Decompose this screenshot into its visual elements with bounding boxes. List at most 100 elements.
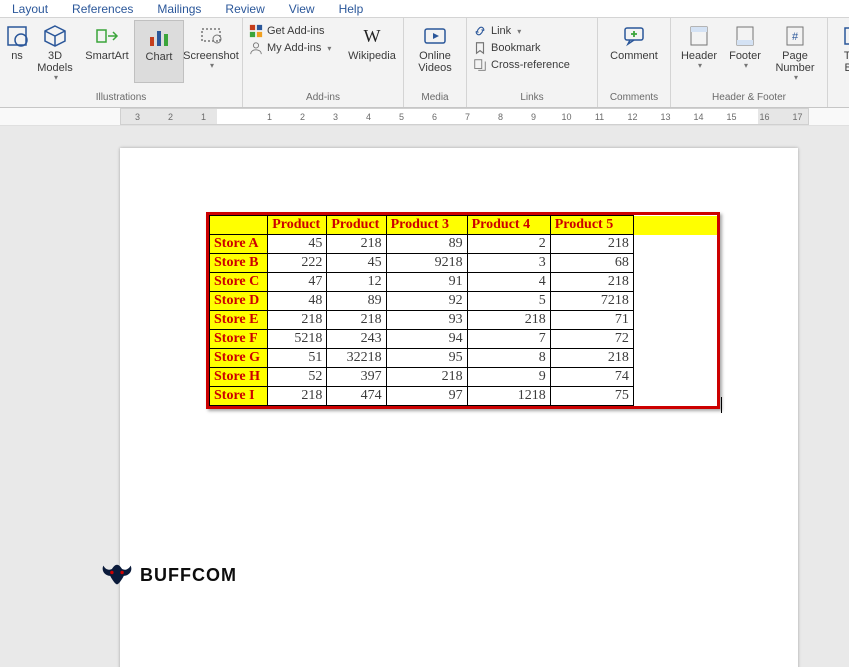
footer-button[interactable]: Footer▾ xyxy=(723,20,767,83)
table-cell[interactable]: 218 xyxy=(327,235,386,254)
table-cell-empty[interactable] xyxy=(633,368,716,387)
table-header[interactable]: Product 5 xyxy=(550,216,633,235)
table-row[interactable]: Store H52397218974 xyxy=(210,368,717,387)
table-cell[interactable]: 218 xyxy=(467,311,550,330)
table-row[interactable]: Store I21847497121875 xyxy=(210,387,717,406)
table-cell[interactable]: 474 xyxy=(327,387,386,406)
table-row[interactable]: Store G5132218958218 xyxy=(210,349,717,368)
table-cell-empty[interactable] xyxy=(633,349,716,368)
table-header[interactable] xyxy=(633,216,716,235)
row-header[interactable]: Store A xyxy=(210,235,268,254)
table-row[interactable]: Store F521824394772 xyxy=(210,330,717,349)
table-cell[interactable]: 93 xyxy=(386,311,467,330)
table-cell-empty[interactable] xyxy=(633,254,716,273)
table-cell[interactable]: 5 xyxy=(467,292,550,311)
table-cell-empty[interactable] xyxy=(633,311,716,330)
table-cell[interactable]: 51 xyxy=(268,349,327,368)
table-cell[interactable]: 48 xyxy=(268,292,327,311)
table-cell[interactable]: 222 xyxy=(268,254,327,273)
row-header[interactable]: Store D xyxy=(210,292,268,311)
online-videos-button[interactable]: Online Videos xyxy=(410,20,460,74)
table-row[interactable]: Store D48899257218 xyxy=(210,292,717,311)
table-cell[interactable]: 32218 xyxy=(327,349,386,368)
data-table-container[interactable]: ProductProductProduct 3Product 4Product … xyxy=(206,212,720,409)
table-cell[interactable]: 218 xyxy=(550,235,633,254)
table-cell-empty[interactable] xyxy=(633,273,716,292)
horizontal-ruler[interactable]: 3211234567891011121314151617 xyxy=(0,108,849,126)
table-cell[interactable]: 91 xyxy=(386,273,467,292)
table-cell[interactable]: 68 xyxy=(550,254,633,273)
table-cell[interactable]: 74 xyxy=(550,368,633,387)
table-cell[interactable]: 2 xyxy=(467,235,550,254)
table-cell-empty[interactable] xyxy=(633,235,716,254)
table-cell[interactable]: 218 xyxy=(550,273,633,292)
crossref-button[interactable]: Cross-reference xyxy=(473,58,591,72)
row-header[interactable]: Store F xyxy=(210,330,268,349)
table-cell[interactable]: 7 xyxy=(467,330,550,349)
table-cell[interactable]: 218 xyxy=(268,387,327,406)
table-cell[interactable]: 218 xyxy=(550,349,633,368)
table-cell[interactable]: 71 xyxy=(550,311,633,330)
table-cell[interactable]: 218 xyxy=(327,311,386,330)
table-cell[interactable]: 47 xyxy=(268,273,327,292)
smartart-button[interactable]: SmartArt xyxy=(82,20,132,83)
table-cell[interactable]: 52 xyxy=(268,368,327,387)
text-box-button[interactable]: A Text Box▾ xyxy=(834,20,849,83)
3dmodels-button[interactable]: 3D Models▾ xyxy=(30,20,80,83)
table-cell[interactable]: 8 xyxy=(467,349,550,368)
tab-review[interactable]: Review xyxy=(213,0,276,17)
table-cell[interactable]: 89 xyxy=(327,292,386,311)
comment-button[interactable]: Comment xyxy=(604,20,664,62)
table-row[interactable]: Store C4712914218 xyxy=(210,273,717,292)
row-header[interactable]: Store H xyxy=(210,368,268,387)
table-header[interactable]: Product xyxy=(268,216,327,235)
row-header[interactable]: Store C xyxy=(210,273,268,292)
row-header[interactable]: Store G xyxy=(210,349,268,368)
link-button[interactable]: Link▾ xyxy=(473,24,591,38)
table-cell[interactable]: 75 xyxy=(550,387,633,406)
chart-button[interactable]: Chart xyxy=(134,20,184,83)
bookmark-button[interactable]: Bookmark xyxy=(473,41,591,55)
table-cell[interactable]: 12 xyxy=(327,273,386,292)
table-cell[interactable]: 9 xyxy=(467,368,550,387)
get-addins-button[interactable]: Get Add-ins xyxy=(249,24,345,38)
header-button[interactable]: Header▾ xyxy=(677,20,721,83)
document-area[interactable]: ProductProductProduct 3Product 4Product … xyxy=(0,126,849,667)
table-header[interactable] xyxy=(210,216,268,235)
table-cell[interactable]: 9218 xyxy=(386,254,467,273)
table-row[interactable]: Store A45218892218 xyxy=(210,235,717,254)
table-cell[interactable]: 89 xyxy=(386,235,467,254)
table-cell[interactable]: 72 xyxy=(550,330,633,349)
row-header[interactable]: Store E xyxy=(210,311,268,330)
table-cell[interactable]: 92 xyxy=(386,292,467,311)
table-row[interactable]: Store B222459218368 xyxy=(210,254,717,273)
row-header[interactable]: Store I xyxy=(210,387,268,406)
table-cell[interactable]: 45 xyxy=(268,235,327,254)
table-cell[interactable]: 97 xyxy=(386,387,467,406)
table-cell-empty[interactable] xyxy=(633,292,716,311)
table-cell[interactable]: 243 xyxy=(327,330,386,349)
table-cell[interactable]: 7218 xyxy=(550,292,633,311)
wikipedia-button[interactable]: W Wikipedia xyxy=(347,20,397,62)
my-addins-button[interactable]: My Add-ins▾ xyxy=(249,41,345,55)
tab-view[interactable]: View xyxy=(277,0,327,17)
table-header[interactable]: Product 3 xyxy=(386,216,467,235)
table-cell[interactable]: 218 xyxy=(268,311,327,330)
table-row[interactable]: Store E2182189321871 xyxy=(210,311,717,330)
table-cell[interactable]: 95 xyxy=(386,349,467,368)
screenshot-button[interactable]: Screenshot▾ xyxy=(186,20,236,83)
page[interactable]: ProductProductProduct 3Product 4Product … xyxy=(120,148,798,667)
tab-help[interactable]: Help xyxy=(327,0,376,17)
table-cell[interactable]: 3 xyxy=(467,254,550,273)
shapes-button-partial[interactable]: ns xyxy=(6,20,28,83)
tab-references[interactable]: References xyxy=(60,0,145,17)
table-cell-empty[interactable] xyxy=(633,387,716,406)
table-cell[interactable]: 45 xyxy=(327,254,386,273)
tab-mailings[interactable]: Mailings xyxy=(145,0,213,17)
table-cell[interactable]: 4 xyxy=(467,273,550,292)
table-cell[interactable]: 397 xyxy=(327,368,386,387)
table-header[interactable]: Product 4 xyxy=(467,216,550,235)
table-header[interactable]: Product xyxy=(327,216,386,235)
page-number-button[interactable]: # Page Number▾ xyxy=(769,20,821,83)
table-cell[interactable]: 94 xyxy=(386,330,467,349)
